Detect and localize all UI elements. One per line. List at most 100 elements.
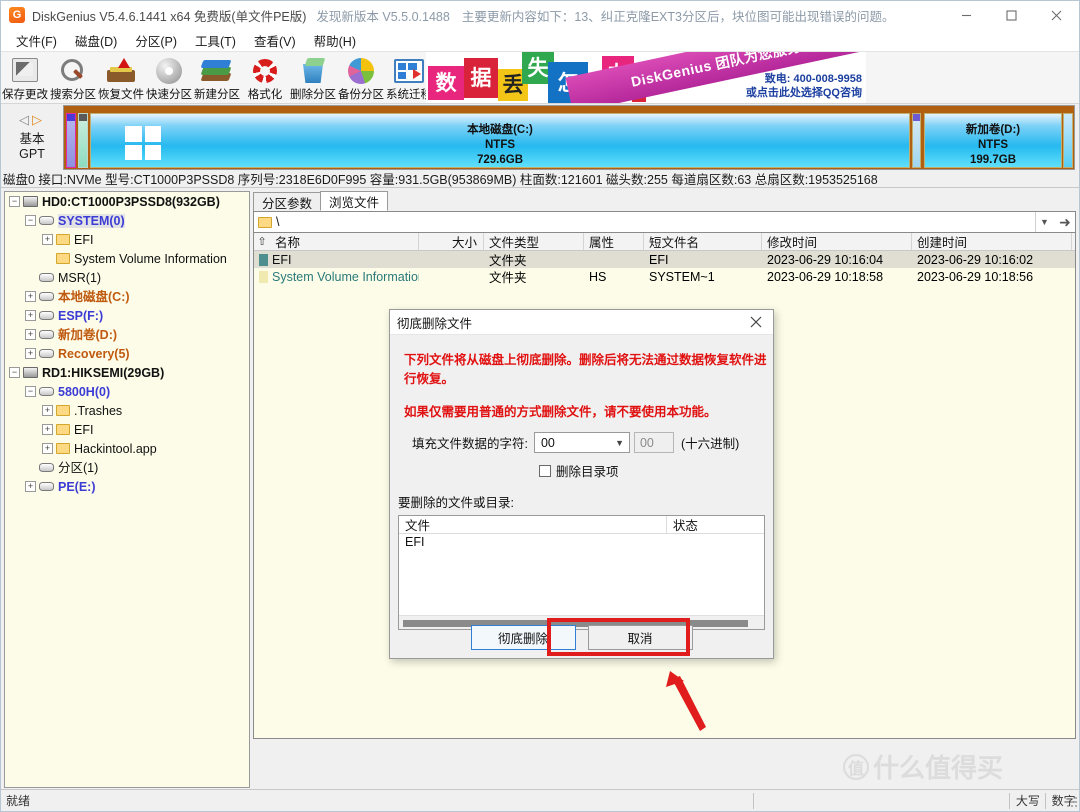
cancel-button[interactable]: 取消 — [587, 625, 693, 650]
column-header-type[interactable]: 文件类型 — [484, 233, 584, 250]
tab-browse-files[interactable]: 浏览文件 — [320, 191, 389, 211]
partition-fs: NTFS — [977, 139, 1009, 151]
tree-node-recovery[interactable]: + Recovery(5) — [5, 344, 249, 363]
partition-segment-tail[interactable] — [1063, 113, 1073, 168]
menu-item-file[interactable]: 文件(F) — [7, 29, 66, 52]
fill-char-hex-input[interactable]: 00 — [633, 432, 674, 453]
menu-item-tools[interactable]: 工具(T) — [186, 29, 245, 52]
close-icon[interactable] — [739, 310, 773, 335]
tree-node-partition-1[interactable]: 分区(1) — [5, 458, 249, 477]
expander-icon[interactable]: − — [25, 386, 36, 397]
partition-segment-d[interactable]: 新加卷(D:) NTFS 199.7GB — [924, 113, 1062, 168]
partition-icon — [39, 216, 54, 225]
toolbar-format[interactable]: 格式化 — [241, 53, 289, 103]
column-header-mtime[interactable]: 修改时间 — [762, 233, 912, 250]
tree-node-local-disk-c[interactable]: + 本地磁盘(C:) — [5, 287, 249, 306]
tree-node-pe-e[interactable]: + PE(E:) — [5, 477, 249, 496]
delete-dir-entry-checkbox[interactable] — [539, 464, 551, 477]
column-header-status[interactable]: 状态 — [667, 516, 764, 533]
new-partition-icon — [200, 55, 234, 85]
tree-node-trashes[interactable]: + .Trashes — [5, 401, 249, 420]
menu-item-disk[interactable]: 磁盘(D) — [66, 29, 126, 52]
tree-node-svi[interactable]: System Volume Information — [5, 249, 249, 268]
expander-icon[interactable]: + — [25, 310, 36, 321]
toolbar-delete-partition[interactable]: 删除分区 — [289, 53, 337, 103]
expander-icon[interactable]: + — [42, 443, 53, 454]
disk-tree-panel[interactable]: − HD0:CT1000P3PSSD8(932GB) − SYSTEM(0) +… — [4, 191, 250, 788]
delete-file-list[interactable]: 文件 状态 EFI — [398, 515, 765, 630]
toolbar-label: 备份分区 — [338, 89, 384, 101]
column-header-name[interactable]: 名称 — [270, 233, 419, 250]
expander-icon[interactable]: − — [9, 196, 20, 207]
banner-phone[interactable]: 致电: 400-008-9958 或点击此处选择QQ咨询 — [746, 72, 862, 100]
partition-segment-recovery[interactable] — [912, 113, 921, 168]
delete-dir-entry-label: 删除目录项 — [556, 465, 619, 479]
partition-icon — [39, 273, 54, 282]
toolbar-new-partition[interactable]: 新建分区 — [193, 53, 241, 103]
confirm-permanent-delete-button[interactable]: 彻底删除 — [470, 625, 576, 650]
advertisement-banner[interactable]: 数 据 丢 失 怎 么 办 ！ DiskGenius 团队为您服务 致电: 40… — [426, 52, 866, 103]
menu-item-partition[interactable]: 分区(P) — [126, 29, 186, 52]
partition-segment-msr[interactable] — [78, 113, 88, 168]
fill-char-select[interactable]: 00 ▼ — [533, 432, 630, 453]
expander-icon[interactable]: + — [25, 348, 36, 359]
tree-node-efi-2[interactable]: + EFI — [5, 420, 249, 439]
cell-status — [667, 534, 764, 550]
expander-icon[interactable]: − — [9, 367, 20, 378]
expander-icon[interactable]: − — [25, 215, 36, 226]
chevron-down-icon[interactable]: ▼ — [1035, 212, 1053, 232]
table-row[interactable]: System Volume Information 文件夹 HS SYSTEM~… — [254, 268, 1075, 285]
expander-icon[interactable]: + — [42, 234, 53, 245]
toolbar-backup-partition[interactable]: 备份分区 — [337, 53, 385, 103]
permanent-delete-dialog[interactable]: 彻底删除文件 下列文件将从磁盘上彻底删除。删除后将无法通过数据恢复软件进行恢复。… — [389, 309, 774, 659]
tree-node-system[interactable]: − SYSTEM(0) — [5, 211, 249, 230]
maximize-button[interactable] — [989, 1, 1034, 30]
tree-node-hd0[interactable]: − HD0:CT1000P3PSSD8(932GB) — [5, 192, 249, 211]
toolbar-label: 格式化 — [247, 89, 283, 101]
menu-bar: 文件(F) 磁盘(D) 分区(P) 工具(T) 查看(V) 帮助(H) — [1, 30, 1079, 52]
resize-grip[interactable] — [1066, 796, 1078, 808]
partition-segment-esp[interactable] — [66, 113, 76, 168]
expander-icon[interactable]: + — [25, 329, 36, 340]
table-row[interactable]: EFI 文件夹 EFI 2023-06-29 10:16:04 2023-06-… — [254, 251, 1075, 268]
tree-node-esp-f[interactable]: + ESP(F:) — [5, 306, 249, 325]
tab-partition-params[interactable]: 分区参数 — [253, 192, 322, 211]
toolbar-save-changes[interactable]: 保存更改 — [1, 53, 49, 103]
sort-ascending-icon[interactable]: ⇧ — [254, 233, 270, 250]
close-button[interactable] — [1034, 1, 1079, 30]
tree-node-5800h[interactable]: − 5800H(0) — [5, 382, 249, 401]
toolbar-quick-partition[interactable]: 快速分区 — [145, 53, 193, 103]
path-bar[interactable]: \ ▼ ➜ — [253, 211, 1076, 233]
disk-nav[interactable]: ◁▷ 基本 GPT — [1, 104, 63, 169]
column-header-shortname[interactable]: 短文件名 — [644, 233, 762, 250]
disk-partition-bar[interactable]: 本地磁盘(C:) NTFS 729.6GB 新加卷(D:) NTFS 199.7… — [63, 105, 1075, 170]
tree-node-new-volume-d[interactable]: + 新加卷(D:) — [5, 325, 249, 344]
tree-node-hackintool[interactable]: + Hackintool.app — [5, 439, 249, 458]
tree-node-msr[interactable]: MSR(1) — [5, 268, 249, 287]
expander-icon[interactable]: + — [25, 481, 36, 492]
toolbar-search-partition[interactable]: 搜索分区 — [49, 53, 97, 103]
partition-segment-c[interactable]: 本地磁盘(C:) NTFS 729.6GB — [90, 113, 910, 168]
list-item[interactable]: EFI — [399, 534, 764, 550]
column-header-size[interactable]: 大小 — [419, 233, 484, 250]
dialog-title: 彻底删除文件 — [397, 316, 473, 331]
column-header-attr[interactable]: 属性 — [584, 233, 644, 250]
tree-node-efi[interactable]: + EFI — [5, 230, 249, 249]
toolbar-recover-file[interactable]: 恢复文件 — [97, 53, 145, 103]
menu-item-view[interactable]: 查看(V) — [245, 29, 305, 52]
expander-icon[interactable]: + — [42, 405, 53, 416]
tree-node-rd1[interactable]: − RD1:HIKSEMI(29GB) — [5, 363, 249, 382]
column-header-file[interactable]: 文件 — [399, 516, 667, 533]
save-icon — [8, 55, 42, 85]
menu-item-help[interactable]: 帮助(H) — [305, 29, 365, 52]
disk-nav-arrows[interactable]: ◁▷ — [19, 112, 45, 128]
arrow-right-icon[interactable]: ➜ — [1055, 211, 1075, 233]
minimize-button[interactable] — [944, 1, 989, 30]
backup-partition-icon — [344, 55, 378, 85]
expander-icon[interactable]: + — [42, 424, 53, 435]
cell-size — [419, 268, 484, 285]
column-header-ctime[interactable]: 创建时间 — [912, 233, 1072, 250]
delete-dir-entry-row[interactable]: 删除目录项 — [390, 461, 773, 480]
expander-icon[interactable]: + — [25, 291, 36, 302]
toolbar-label: 快速分区 — [146, 89, 192, 101]
